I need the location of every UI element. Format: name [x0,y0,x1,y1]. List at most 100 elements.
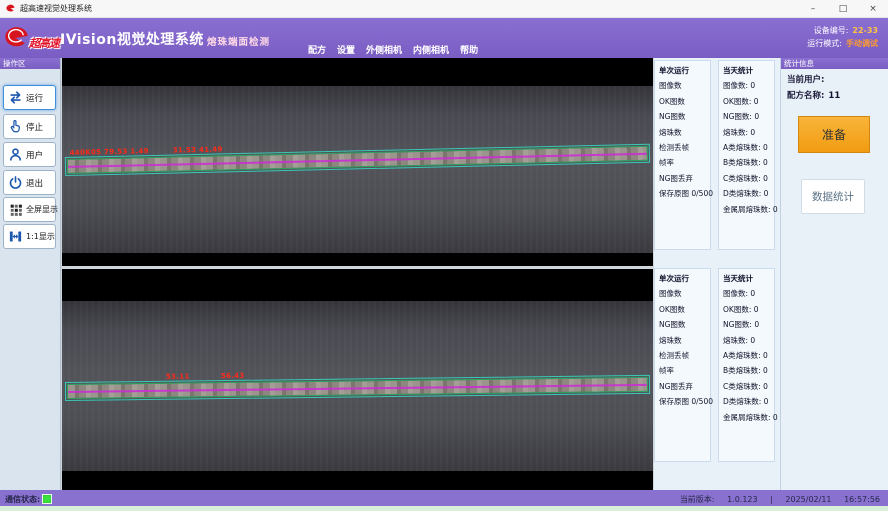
comm-status-label: 通信状态: [5,494,40,505]
info-panel-title: 统计信息 [781,58,888,69]
app-window: 超高速视觉处理系统 – □ × 超高速 IVision视觉处理系统 熔珠端面检测… [0,0,888,522]
stat-row: NG图丢弃 [659,379,710,394]
stat-row: OK图数: 0 [723,94,774,109]
comm-status-indicator [42,494,52,504]
brand-logo-icon [3,24,30,51]
stat-row: 熔珠数 [659,333,710,348]
stat-row: 熔珠数: 0 [723,125,774,140]
stat-row: 金属屑熔珠数: 0 [723,202,774,217]
stat-row: 图像数 [659,286,710,301]
maximize-button[interactable]: □ [828,0,858,17]
stat-row: OK图数 [659,302,710,317]
stat-row: NG图丢弃 [659,171,710,186]
stat-row: 图像数: 0 [723,286,774,301]
device-id-value: 22-33 [852,26,878,35]
measurement-annotation: 31.53 41.49 [173,145,223,154]
fullscreen-button-label: 全屏显示 [26,204,58,215]
stat-row: B类熔珠数: 0 [723,363,774,378]
exit-button[interactable]: 退出 [3,170,56,195]
stat-row: 图像数 [659,78,710,93]
run-button[interactable]: 运行 [3,85,56,110]
status-date: 2025/02/11 [785,495,831,504]
menu-item-settings[interactable]: 设置 [337,43,355,56]
menu-item-help[interactable]: 帮助 [460,43,478,56]
brand-logo-text: 超高速 [29,35,59,51]
one-to-one-button-label: 1:1显示 [26,231,55,242]
sidebar-title: 操作区 [0,58,60,69]
close-button[interactable]: × [858,0,888,17]
stop-hand-icon [7,118,24,135]
menu-item-recipe[interactable]: 配方 [308,43,326,56]
exit-button-label: 退出 [26,177,43,189]
fullscreen-grid-icon [7,201,24,218]
stop-button[interactable]: 停止 [3,114,56,139]
separator: | [770,495,773,504]
recipe-name-value: 11 [828,91,840,101]
daily-stats-header: 当天统计 [723,63,774,78]
measurement-annotation: 440K05 79.53 1.49 [70,147,149,157]
camera-views-area: 440K05 79.53 1.49 31.53 41.49 53.11 56.4… [61,58,654,490]
stat-row: B类熔珠数: 0 [723,155,774,170]
window-title: 超高速视觉处理系统 [20,3,92,14]
stat-row: A类熔珠数: 0 [723,140,774,155]
minimize-button[interactable]: – [798,0,828,17]
current-user-label: 当前用户: [787,75,824,85]
device-id-label: 设备编号: [814,26,849,35]
scan-line [68,384,647,393]
statistics-area: 单次运行 图像数 OK图数 NG图数 熔珠数 检测丢帧 帧率 NG图丢弃 保存原… [654,58,780,490]
stat-row: 熔珠数 [659,125,710,140]
user-button[interactable]: 用户 [3,142,56,167]
menu-bar: 配方 设置 外侧相机 内侧相机 帮助 [308,43,478,56]
stop-button-label: 停止 [26,121,43,133]
user-button-label: 用户 [26,149,43,161]
run-mode-label: 运行模式: [807,39,842,48]
stat-row: 金属屑熔珠数: 0 [723,410,774,425]
version-label: 当前版本: [680,495,715,504]
one-to-one-icon [7,228,24,245]
fullscreen-button[interactable]: 全屏显示 [3,197,56,222]
stat-row: NG图数 [659,109,710,124]
stat-row: 帧率 [659,363,710,378]
status-time: 16:57:56 [844,495,880,504]
sidebar-operations: 操作区 运行 停止 用户 [0,58,61,490]
stat-row: NG图数: 0 [723,109,774,124]
data-statistics-button[interactable]: 数据统计 [801,179,865,214]
camera-view-inner[interactable]: 53.11 56.43 [62,269,653,490]
app-header: 超高速 IVision视觉处理系统 熔珠端面检测 配方 设置 外侧相机 内侧相机… [0,18,888,58]
stat-row: D类熔珠数: 0 [723,186,774,201]
version-value: 1.0.123 [727,495,758,504]
prepare-button[interactable]: 准备 [798,116,870,153]
menu-item-inner-camera[interactable]: 内侧相机 [413,43,449,56]
user-icon [7,146,24,163]
run-button-label: 运行 [26,92,43,104]
stat-row: 检测丢帧 [659,140,710,155]
single-run-header: 单次运行 [659,63,710,78]
measurement-annotation: 53.11 [166,372,190,380]
footer-accent-strip [0,506,888,511]
stat-row: 保存原图 0/500 [659,394,710,409]
status-bar: 通信状态: 当前版本: 1.0.123 | 2025/02/11 16:57:5… [0,490,888,506]
camera-view-outer[interactable]: 440K05 79.53 1.49 31.53 41.49 [62,58,653,266]
stat-row: D类熔珠数: 0 [723,394,774,409]
measurement-annotation: 56.43 [221,372,245,380]
app-icon [5,3,16,14]
stat-row: 图像数: 0 [723,78,774,93]
stat-row: A类熔珠数: 0 [723,348,774,363]
one-to-one-button[interactable]: 1:1显示 [3,224,56,249]
info-panel: 统计信息 当前用户: 配方名称:11 准备 数据统计 [780,58,888,490]
stat-row: 帧率 [659,155,710,170]
single-run-stats-top: 单次运行 图像数 OK图数 NG图数 熔珠数 检测丢帧 帧率 NG图丢弃 保存原… [654,60,711,250]
single-run-stats-bottom: 单次运行 图像数 OK图数 NG图数 熔珠数 检测丢帧 帧率 NG图丢弃 保存原… [654,268,711,462]
device-info: 设备编号:22-33 运行模式: 手动调试 [807,24,878,50]
window-titlebar: 超高速视觉处理系统 – □ × [0,0,888,18]
stat-row: 保存原图 0/500 [659,186,710,201]
stat-row: OK图数 [659,94,710,109]
window-controls: – □ × [798,0,888,17]
daily-stats-top: 当天统计 图像数: 0 OK图数: 0 NG图数: 0 熔珠数: 0 A类熔珠数… [718,60,775,250]
page-subtitle: 熔珠端面检测 [207,34,270,48]
stat-row: NG图数 [659,317,710,332]
single-run-header: 单次运行 [659,271,710,286]
run-mode-value: 手动调试 [846,39,878,48]
menu-item-outer-camera[interactable]: 外侧相机 [366,43,402,56]
stat-row: C类熔珠数: 0 [723,379,774,394]
